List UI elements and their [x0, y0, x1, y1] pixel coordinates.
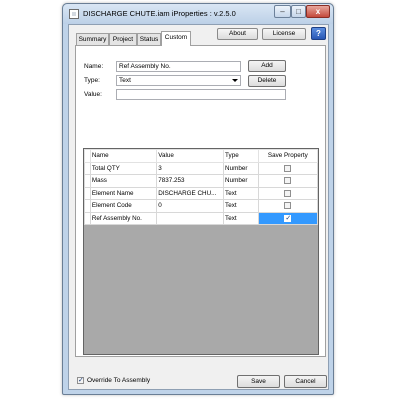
grid-header-row: Name Value Type Save Property	[84, 149, 319, 163]
save-property-checkbox[interactable]	[284, 214, 292, 222]
cell-type[interactable]: Text	[223, 186, 259, 200]
help-icon: ?	[316, 29, 321, 38]
table-row[interactable]: Total QTY 3 Number	[84, 161, 319, 175]
table-row[interactable]: Ref Assembly No. Text	[84, 211, 319, 225]
tab-project[interactable]: Project	[109, 33, 137, 45]
close-icon: x	[315, 7, 321, 16]
window-title: DISCHARGE CHUTE.iam iProperties : v.2.5.…	[83, 9, 236, 18]
save-property-checkbox[interactable]	[284, 189, 292, 197]
maximize-button[interactable]: □	[291, 5, 306, 18]
cell-value[interactable]: 3	[156, 161, 225, 175]
column-header-type[interactable]: Type	[223, 149, 259, 163]
maximize-icon: □	[296, 7, 301, 16]
cell-value[interactable]: DISCHARGE CHU...	[156, 186, 225, 200]
cell-type[interactable]: Number	[223, 174, 259, 188]
minimize-icon: –	[280, 7, 285, 16]
cell-type[interactable]: Number	[223, 161, 259, 175]
cancel-button[interactable]: Cancel	[284, 375, 327, 388]
tab-summary[interactable]: Summary	[76, 33, 109, 45]
properties-grid[interactable]: Name Value Type Save Property Total QTY …	[83, 148, 319, 355]
save-property-checkbox[interactable]	[284, 164, 292, 172]
app-window-icon	[69, 9, 79, 19]
license-button[interactable]: License	[262, 28, 306, 40]
name-input[interactable]: Ref Assembly No.	[116, 61, 241, 72]
cell-save-property[interactable]	[257, 211, 319, 225]
cell-save-property[interactable]	[257, 174, 319, 188]
cell-name[interactable]: Total QTY	[89, 161, 158, 175]
table-row[interactable]: Element Name DISCHARGE CHU... Text	[84, 186, 319, 200]
type-label: Type:	[84, 77, 100, 84]
tab-custom[interactable]: Custom	[161, 31, 191, 46]
table-row[interactable]: Mass 7837.253 Number	[84, 174, 319, 188]
minimize-button[interactable]: –	[274, 5, 291, 18]
tab-status[interactable]: Status	[137, 33, 161, 45]
cell-save-property[interactable]	[257, 199, 319, 213]
title-bar[interactable]: DISCHARGE CHUTE.iam iProperties : v.2.5.…	[63, 4, 333, 24]
add-button[interactable]: Add	[248, 60, 286, 72]
cell-type[interactable]: Text	[223, 199, 259, 213]
cell-name[interactable]: Element Code	[89, 199, 158, 213]
properties-table: Name Value Type Save Property Total QTY …	[84, 149, 319, 225]
about-button[interactable]: About	[217, 28, 258, 40]
close-button[interactable]: x	[306, 5, 330, 18]
dialog-client-area: Summary Project Status Custom About Lice…	[68, 24, 329, 390]
save-property-checkbox[interactable]	[284, 177, 292, 185]
cell-value[interactable]: 0	[156, 199, 225, 213]
column-header-name[interactable]: Name	[89, 149, 158, 163]
column-header-save-property[interactable]: Save Property	[257, 149, 319, 163]
value-label: Value:	[84, 91, 102, 98]
override-to-assembly-label[interactable]: Override To Assembly	[87, 377, 150, 384]
cell-name[interactable]: Element Name	[89, 186, 158, 200]
table-row[interactable]: Element Code 0 Text	[84, 199, 319, 213]
cell-name[interactable]: Mass	[89, 174, 158, 188]
type-select[interactable]: Text	[116, 75, 241, 86]
cell-value[interactable]: 7837.253	[156, 174, 225, 188]
delete-button[interactable]: Delete	[248, 75, 286, 87]
cell-name[interactable]: Ref Assembly No.	[89, 211, 158, 225]
value-input[interactable]	[116, 89, 286, 100]
cell-save-property[interactable]	[257, 186, 319, 200]
save-button[interactable]: Save	[237, 375, 280, 388]
save-property-checkbox[interactable]	[284, 202, 292, 210]
help-button[interactable]: ?	[311, 27, 326, 40]
type-select-value: Text	[119, 77, 131, 84]
cell-type[interactable]: Text	[223, 211, 259, 225]
column-header-value[interactable]: Value	[156, 149, 225, 163]
override-to-assembly-checkbox[interactable]	[77, 376, 84, 384]
cell-save-property[interactable]	[257, 161, 319, 175]
name-label: Name:	[84, 63, 104, 70]
iproperties-window: DISCHARGE CHUTE.iam iProperties : v.2.5.…	[62, 3, 334, 395]
cell-value[interactable]	[156, 211, 225, 225]
chevron-down-icon	[232, 79, 238, 82]
